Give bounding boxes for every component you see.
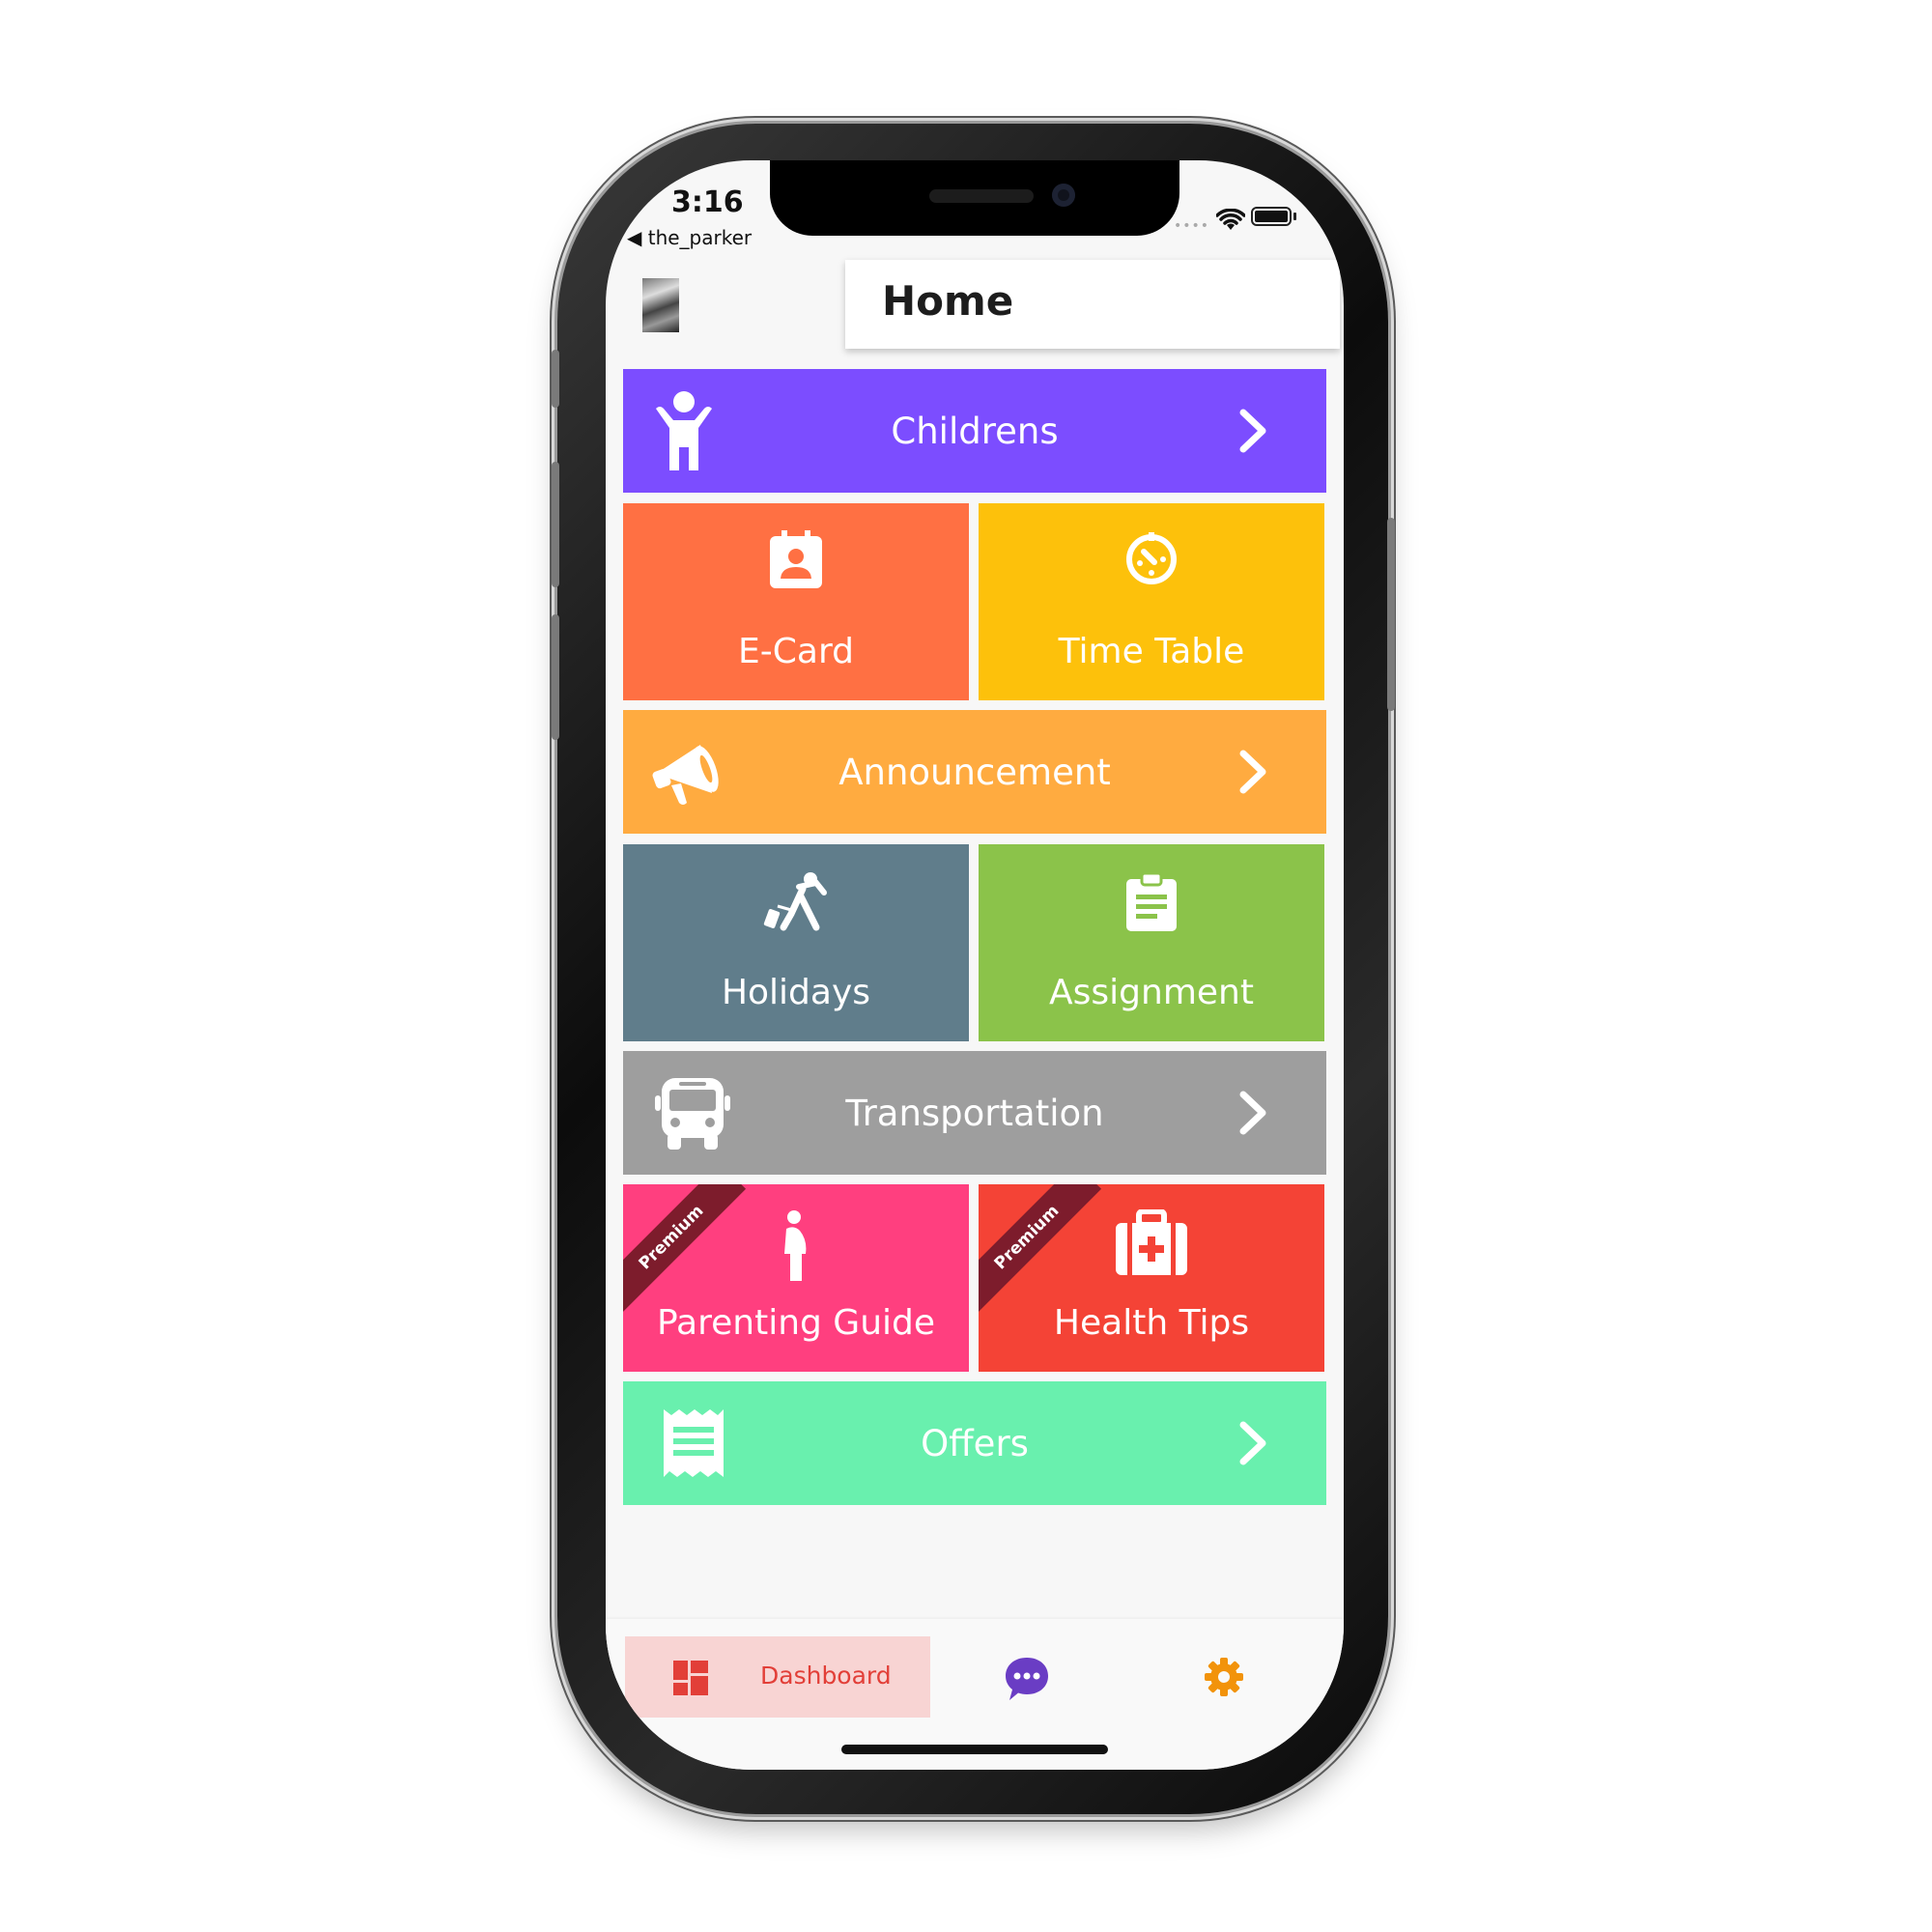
app-screen: 3:16 ◀ the_parker •••• Home Childrens E-… [606, 160, 1344, 1770]
page-title-card: Home [845, 260, 1340, 349]
premium-badge: Premium [979, 1184, 1102, 1313]
dashboard-icon [673, 1661, 708, 1695]
clipboard-icon [1126, 871, 1177, 931]
timer-icon [1126, 532, 1177, 584]
avatar[interactable] [642, 278, 679, 332]
notch [770, 160, 1179, 236]
tile-parenting-guide[interactable]: Premium Parenting Guide [623, 1184, 969, 1372]
home-indicator[interactable] [841, 1745, 1108, 1754]
tile-announcement[interactable]: Announcement [623, 710, 1326, 834]
premium-badge: Premium [623, 1184, 747, 1313]
chat-icon[interactable] [1004, 1656, 1050, 1702]
tile-childrens[interactable]: Childrens [623, 369, 1326, 493]
gear-icon[interactable] [1205, 1658, 1243, 1696]
volume-up-button [552, 462, 559, 587]
tile-label: Parenting Guide [656, 1303, 936, 1343]
front-camera [1052, 184, 1075, 207]
battery-icon [1251, 207, 1292, 226]
nav-dashboard-label: Dashboard [760, 1662, 892, 1690]
chevron-right-icon [1239, 409, 1266, 453]
tile-assignment[interactable]: Assignment [979, 844, 1324, 1041]
chevron-right-icon [1239, 1421, 1266, 1465]
signal-icon: •••• [1174, 218, 1210, 234]
tile-label: Time Table [1058, 632, 1245, 671]
status-time: 3:16 [671, 185, 744, 219]
tile-label: Health Tips [1053, 1303, 1250, 1343]
tile-ecard[interactable]: E-Card [623, 503, 969, 700]
pregnant-woman-icon [784, 1210, 807, 1281]
tile-label: Childrens [891, 410, 1059, 452]
tile-label: Offers [921, 1422, 1029, 1464]
traveler-icon [763, 872, 827, 931]
tile-timetable[interactable]: Time Table [979, 503, 1324, 700]
power-button [1387, 518, 1395, 711]
tile-offers[interactable]: Offers [623, 1381, 1326, 1505]
speaker [929, 189, 1034, 203]
page-title: Home [882, 277, 1014, 325]
back-to-app-link[interactable]: ◀ the_parker [627, 226, 752, 249]
mute-switch [552, 350, 559, 408]
wifi-icon [1216, 209, 1245, 230]
tile-health-tips[interactable]: Premium Health Tips [979, 1184, 1324, 1372]
tile-label: Transportation [845, 1092, 1104, 1134]
nav-dashboard[interactable]: Dashboard [625, 1636, 930, 1718]
battery-tip [1293, 213, 1296, 220]
medical-bag-icon [1116, 1209, 1187, 1275]
tile-label: Holidays [721, 973, 871, 1012]
contact-card-icon [770, 530, 822, 588]
chevron-right-icon [1239, 1091, 1266, 1135]
chevron-right-icon [1239, 750, 1266, 794]
tile-label: Announcement [838, 751, 1111, 793]
tile-label: E-Card [738, 632, 854, 671]
volume-down-button [552, 614, 559, 740]
tile-holidays[interactable]: Holidays [623, 844, 969, 1041]
tile-transportation[interactable]: Transportation [623, 1051, 1326, 1175]
tile-label: Assignment [1049, 973, 1254, 1012]
